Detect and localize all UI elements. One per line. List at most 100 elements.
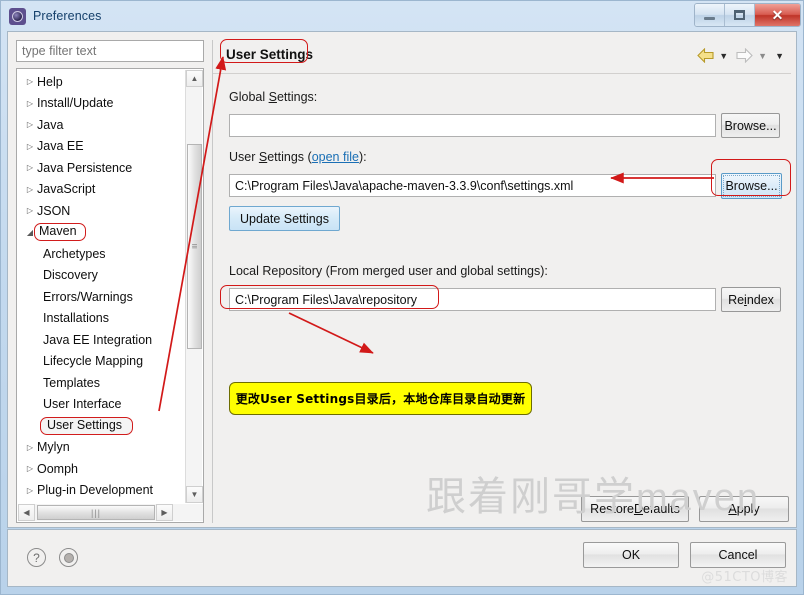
question-mark-icon[interactable]: ?	[27, 548, 46, 567]
sidebar-item-label: Plug-in Development	[37, 483, 154, 498]
reindex-button[interactable]: Re i ndex	[721, 287, 781, 312]
sidebar-item-label: Errors/Warnings	[43, 289, 133, 304]
sidebar-item-maven[interactable]: ◢ Maven	[17, 222, 185, 244]
tree-collapsed-arrow-icon[interactable]: ▷	[23, 464, 37, 473]
tree-collapsed-arrow-icon[interactable]: ▷	[23, 120, 37, 129]
sidebar-item-json[interactable]: ▷ JSON	[17, 200, 185, 222]
back-history-chevron-down-icon[interactable]: ▼	[719, 51, 728, 61]
sidebar-item-label: Java EE	[37, 139, 84, 154]
user-settings-input[interactable]: C:\Program Files\Java\apache-maven-3.3.9…	[229, 174, 716, 197]
sidebar-item-label: User Settings	[40, 416, 134, 435]
user-settings-browse-button[interactable]: Browse...	[721, 173, 782, 199]
update-settings-button[interactable]: Update Settings	[229, 206, 340, 231]
tree-item-list: ▷ Help ▷ Install/Update ▷ Java ▷ Java EE ▷ Java P…	[17, 71, 185, 522]
sidebar-item-java-ee[interactable]: ▷ Java EE	[17, 136, 185, 158]
sidebar-item-installations[interactable]: Installations	[17, 308, 185, 330]
scroll-right-arrow-icon[interactable]: ▶	[156, 504, 173, 521]
view-menu-chevron-down-icon[interactable]: ▼	[775, 51, 784, 61]
scroll-down-arrow-icon[interactable]: ▼	[186, 486, 203, 503]
maximize-icon	[734, 10, 745, 20]
title-bar: Preferences ✕	[1, 1, 804, 31]
global-settings-label: Global Settings:	[229, 90, 318, 104]
scroll-left-arrow-icon[interactable]: ◀	[18, 504, 35, 521]
settings-content-panel: User Settings ▼ ▼ ▼ Global Settings: Bro…	[212, 40, 791, 523]
dialog-footer: ? OK Cancel @51CTO博客	[7, 529, 797, 587]
page-watermark: 跟着刚哥学maven	[426, 474, 761, 520]
sidebar-item-label: JSON	[37, 203, 71, 218]
sidebar-item-label: Archetypes	[43, 246, 106, 261]
minimize-icon	[704, 17, 715, 20]
tree-collapsed-arrow-icon[interactable]: ▷	[23, 206, 37, 215]
sidebar-item-plug-in-development[interactable]: ▷ Plug-in Development	[17, 480, 185, 502]
local-repository-label: Local Repository (From merged user and g…	[229, 264, 548, 278]
tree-collapsed-arrow-icon[interactable]: ▷	[23, 486, 37, 495]
sidebar-item-user-interface[interactable]: User Interface	[17, 394, 185, 416]
sidebar-item-label: Install/Update	[37, 96, 114, 111]
tree-collapsed-arrow-icon[interactable]: ▷	[23, 142, 37, 151]
horizontal-scroll-thumb[interactable]: |||	[37, 505, 155, 520]
sidebar-item-label: Oomph	[37, 461, 78, 476]
sidebar-item-java-ee-integration[interactable]: Java EE Integration	[17, 329, 185, 351]
vertical-scroll-thumb[interactable]	[187, 144, 202, 349]
sidebar-item-oomph[interactable]: ▷ Oomph	[17, 458, 185, 480]
open-file-link[interactable]: open file	[312, 150, 359, 164]
window-title: Preferences	[33, 9, 102, 23]
tree-collapsed-arrow-icon[interactable]: ▷	[23, 443, 37, 452]
global-settings-browse-button[interactable]: Browse...	[721, 113, 780, 138]
dialog-body: ▷Help▷Install/Update▷Java▷Java EE▷Java P…	[7, 31, 797, 528]
close-icon: ✕	[771, 6, 784, 23]
preferences-gear-icon	[9, 7, 26, 25]
sidebar-item-label: User Interface	[43, 397, 122, 412]
forward-history-chevron-down-icon[interactable]: ▼	[758, 51, 767, 61]
sidebar-item-label: Templates	[43, 375, 100, 390]
sidebar-item-label: Java	[37, 117, 64, 132]
scroll-up-arrow-icon[interactable]: ▲	[186, 70, 203, 87]
sidebar-item-label: Discovery	[43, 268, 98, 283]
sidebar-item-label: Help	[37, 74, 63, 89]
sidebar-item-label: Maven	[34, 223, 86, 242]
sidebar-item-label: Java EE Integration	[43, 332, 153, 347]
sidebar-item-javascript[interactable]: ▷ JavaScript	[17, 179, 185, 201]
sidebar-item-java[interactable]: ▷ Java	[17, 114, 185, 136]
sidebar-item-help[interactable]: ▷ Help	[17, 71, 185, 93]
minimize-button[interactable]	[695, 4, 725, 26]
sidebar-item-label: Mylyn	[37, 440, 70, 455]
arrow-left-icon[interactable]	[696, 48, 715, 63]
maximize-button[interactable]	[725, 4, 755, 26]
footer-watermark: @51CTO博客	[701, 570, 788, 585]
preferences-window: Preferences ✕ ▷Help▷Install/Update▷Java▷…	[0, 0, 804, 595]
navigation-icons: ▼ ▼ ▼	[696, 48, 784, 63]
tree-horizontal-scrollbar[interactable]: ◀ ||| ▶	[18, 504, 203, 521]
circle-icon[interactable]	[59, 548, 78, 567]
sidebar-item-label: Installations	[43, 311, 110, 326]
tree-collapsed-arrow-icon[interactable]: ▷	[23, 77, 37, 86]
ok-button[interactable]: OK	[583, 542, 679, 568]
sidebar-item-user-settings[interactable]: User Settings	[17, 415, 185, 437]
page-title: User Settings	[226, 47, 314, 62]
annotation-callout: 更改User Settings目录后，本地仓库目录自动更新	[229, 382, 532, 415]
user-settings-label: User Settings (open file):	[229, 150, 367, 164]
tree-collapsed-arrow-icon[interactable]: ▷	[23, 185, 37, 194]
content-header: User Settings ▼ ▼ ▼	[213, 40, 791, 74]
sidebar-item-java-persistence[interactable]: ▷ Java Persistence	[17, 157, 185, 179]
sidebar-item-mylyn[interactable]: ▷ Mylyn	[17, 437, 185, 459]
sidebar-item-label: Lifecycle Mapping	[43, 354, 144, 369]
global-settings-input[interactable]	[229, 114, 716, 137]
sidebar-item-discovery[interactable]: Discovery	[17, 265, 185, 287]
local-repository-input[interactable]: C:\Program Files\Java\repository	[229, 288, 716, 311]
sidebar-item-install-update[interactable]: ▷ Install/Update	[17, 93, 185, 115]
arrow-right-icon[interactable]	[735, 48, 754, 63]
sidebar-item-label: JavaScript	[37, 182, 96, 197]
sidebar-item-label: Java Persistence	[37, 160, 133, 175]
close-button[interactable]: ✕	[755, 4, 800, 26]
sidebar-item-errors-warnings[interactable]: Errors/Warnings	[17, 286, 185, 308]
preferences-tree[interactable]: ▷ Help ▷ Install/Update ▷ Java ▷ Java EE ▷ Java P…	[16, 68, 204, 523]
tree-vertical-scrollbar[interactable]: ▲ ▼	[185, 70, 203, 503]
sidebar-item-archetypes[interactable]: Archetypes	[17, 243, 185, 265]
tree-collapsed-arrow-icon[interactable]: ▷	[23, 99, 37, 108]
tree-collapsed-arrow-icon[interactable]: ▷	[23, 163, 37, 172]
cancel-button[interactable]: Cancel	[690, 542, 786, 568]
filter-input[interactable]	[16, 40, 204, 62]
sidebar-item-templates[interactable]: Templates	[17, 372, 185, 394]
sidebar-item-lifecycle-mapping[interactable]: Lifecycle Mapping	[17, 351, 185, 373]
